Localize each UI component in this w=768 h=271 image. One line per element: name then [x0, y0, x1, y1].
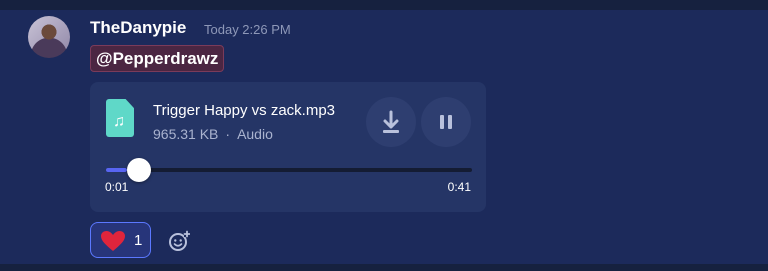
message-author[interactable]: TheDanypie [90, 18, 186, 38]
avatar[interactable] [28, 16, 70, 58]
audio-file-icon: ♫ [106, 99, 134, 137]
audio-progress-track[interactable] [106, 158, 472, 182]
download-button[interactable] [366, 97, 416, 147]
top-separator [0, 0, 768, 10]
reaction-heart[interactable]: 1 [90, 222, 151, 258]
current-time: 0:01 [105, 180, 129, 194]
file-meta: 965.31 KB · Audio [153, 126, 273, 142]
file-name[interactable]: Trigger Happy vs zack.mp3 [153, 102, 335, 119]
audio-attachment: ♫ Trigger Happy vs zack.mp3 965.31 KB · Au… [90, 82, 486, 212]
pause-icon [440, 115, 452, 129]
file-type: Audio [237, 126, 273, 142]
audio-seek-handle[interactable] [127, 158, 151, 182]
message-timestamp: Today 2:26 PM [204, 22, 291, 37]
heart-icon [101, 231, 125, 251]
user-mention[interactable]: @Pepperdrawz [90, 45, 225, 72]
reaction-count: 1 [134, 232, 143, 249]
pause-button[interactable] [421, 97, 471, 147]
meta-separator: · [225, 126, 231, 142]
audio-progress-fill [106, 168, 127, 172]
file-size: 965.31 KB [153, 126, 219, 142]
add-reaction-icon[interactable] [168, 230, 190, 252]
bottom-separator [0, 264, 768, 271]
total-time: 0:41 [447, 180, 471, 194]
download-icon [383, 110, 399, 133]
